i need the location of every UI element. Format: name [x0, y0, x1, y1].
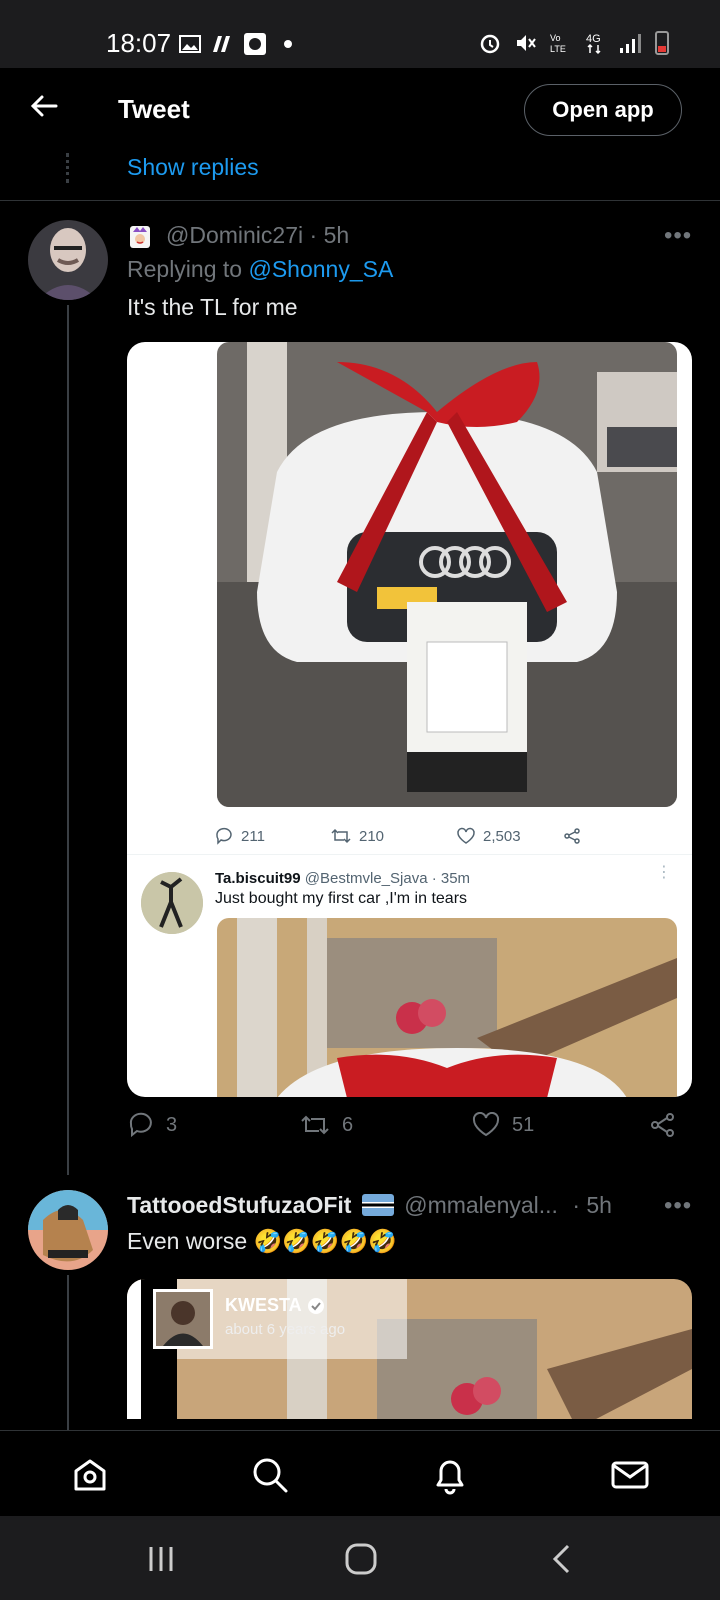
- share-button[interactable]: [650, 1112, 676, 1138]
- app-notification-icon: [244, 33, 266, 55]
- replying-label: Replying to: [127, 256, 243, 282]
- embed-reply-count: 211: [241, 827, 265, 845]
- thread-line: [67, 305, 69, 1175]
- bottom-nav: [0, 1430, 720, 1516]
- reply-count: 3: [166, 1113, 178, 1136]
- author-handle[interactable]: @mmalenyal...: [404, 1192, 558, 1218]
- heart-icon: [457, 827, 475, 844]
- replying-to-handle[interactable]: @Shonny_SA: [248, 256, 393, 282]
- embed-author-name: Ta.biscuit99: [215, 870, 301, 887]
- tweet-meta: @Dominic27i · 5h: [166, 222, 349, 249]
- more-options-icon[interactable]: •••: [664, 222, 692, 250]
- embed2-author-name: KWESTA: [225, 1295, 302, 1315]
- battery-icon: [655, 31, 669, 55]
- like-count: 51: [512, 1113, 535, 1136]
- dot-icon: [284, 40, 292, 48]
- embed-likes: 2,503: [457, 827, 521, 845]
- tweet-actions: 3 6 51: [128, 1112, 694, 1152]
- status-time: 18:07: [106, 28, 172, 58]
- page-title: Tweet: [118, 94, 190, 124]
- embed-author: Ta.biscuit99 @Bestmvle_Sjava · 35m: [215, 870, 470, 887]
- heart-icon: [472, 1112, 500, 1137]
- tweet-media[interactable]: 211 210 2,503 Ta.biscuit99 @Bestmvle_Sja…: [127, 342, 692, 1097]
- tweet-text: Even worse 🤣🤣🤣🤣🤣: [127, 1228, 397, 1254]
- avatar[interactable]: [28, 220, 108, 300]
- gallery-icon: [179, 35, 201, 53]
- tweet-time: · 5h: [572, 1192, 612, 1218]
- divider: [0, 200, 720, 201]
- embed-stats: 211 210 2,503: [215, 822, 635, 850]
- embed2-author-meta: about 6 years ago: [225, 1321, 346, 1338]
- embed-like-count: 2,503: [483, 827, 521, 845]
- embed-author-handle: @Bestmvle_Sjava · 35m: [304, 870, 471, 887]
- volte-icon: VoLTE: [550, 33, 566, 54]
- reply-icon: [216, 827, 232, 845]
- search-icon[interactable]: [250, 1455, 290, 1495]
- open-app-button[interactable]: Open app: [524, 84, 682, 136]
- reply-button[interactable]: 3: [128, 1112, 177, 1138]
- embed-avatar: [141, 872, 203, 934]
- retweet-button[interactable]: 6: [300, 1112, 353, 1138]
- messages-icon[interactable]: [610, 1455, 650, 1495]
- mute-icon: [517, 35, 536, 51]
- signal-icon: [620, 34, 641, 53]
- system-nav-bar: [0, 1516, 720, 1600]
- reply-icon: [129, 1112, 152, 1138]
- alarm-icon: [480, 34, 500, 54]
- kwesta-avatar: [153, 1289, 213, 1349]
- more-options-icon[interactable]: •••: [664, 1192, 692, 1220]
- retweet-icon: [301, 1115, 329, 1135]
- embed-text: Just bought my first car ,I'm in tears: [215, 890, 468, 907]
- back-button-icon[interactable]: [546, 1542, 580, 1576]
- share-icon: [651, 1113, 674, 1137]
- tweet-meta: TattooedStufuzaOFit @mmalenyal... · 5h: [127, 1192, 612, 1219]
- netflix-icon: [213, 36, 230, 52]
- thread-line: [67, 1275, 69, 1430]
- recent-apps-icon[interactable]: [144, 1542, 178, 1576]
- 4g-icon: 4G: [586, 33, 601, 55]
- tweet-text: It's the TL for me: [127, 294, 298, 320]
- embed-retweet-count: 210: [359, 827, 385, 845]
- like-button[interactable]: 51: [472, 1112, 534, 1138]
- retweet-icon: [331, 828, 351, 844]
- embed-replies: 211: [215, 827, 265, 845]
- embed-retweets: 210: [331, 827, 384, 845]
- show-replies-link[interactable]: Show replies: [127, 154, 259, 181]
- embed-divider: [127, 854, 692, 855]
- car-photo-2: [217, 918, 677, 1097]
- tweet-media[interactable]: KWESTA about 6 years ago: [127, 1279, 692, 1419]
- share-icon: [564, 828, 580, 844]
- notifications-icon[interactable]: [430, 1455, 470, 1495]
- top-bar: Tweet Open app: [0, 68, 720, 148]
- home-button-icon[interactable]: [344, 1542, 378, 1576]
- avatar[interactable]: [28, 1190, 108, 1270]
- status-icons: Vo LTE 4G: [478, 30, 670, 56]
- author-name[interactable]: TattooedStufuzaOFit: [127, 1192, 351, 1218]
- home-icon[interactable]: [70, 1455, 110, 1495]
- verified-icon: [308, 1298, 324, 1314]
- svg-text:LTE: LTE: [550, 44, 566, 54]
- retweet-count: 6: [342, 1113, 354, 1136]
- car-photo: [217, 342, 677, 807]
- botswana-flag-icon: [361, 1194, 394, 1216]
- embed-more-icon: ⋮: [656, 864, 672, 881]
- svg-text:Vo: Vo: [550, 33, 561, 43]
- back-arrow-icon[interactable]: [28, 90, 60, 122]
- status-bar: 18:07 Vo LTE 4G: [0, 0, 720, 68]
- author-handle[interactable]: @Dominic27i: [166, 222, 303, 248]
- svg-text:4G: 4G: [586, 33, 601, 45]
- replying-to: Replying to @Shonny_SA: [127, 256, 393, 283]
- thread-dots: [66, 153, 69, 183]
- tweet-time: · 5h: [309, 222, 350, 248]
- jester-emoji-icon: [130, 226, 150, 248]
